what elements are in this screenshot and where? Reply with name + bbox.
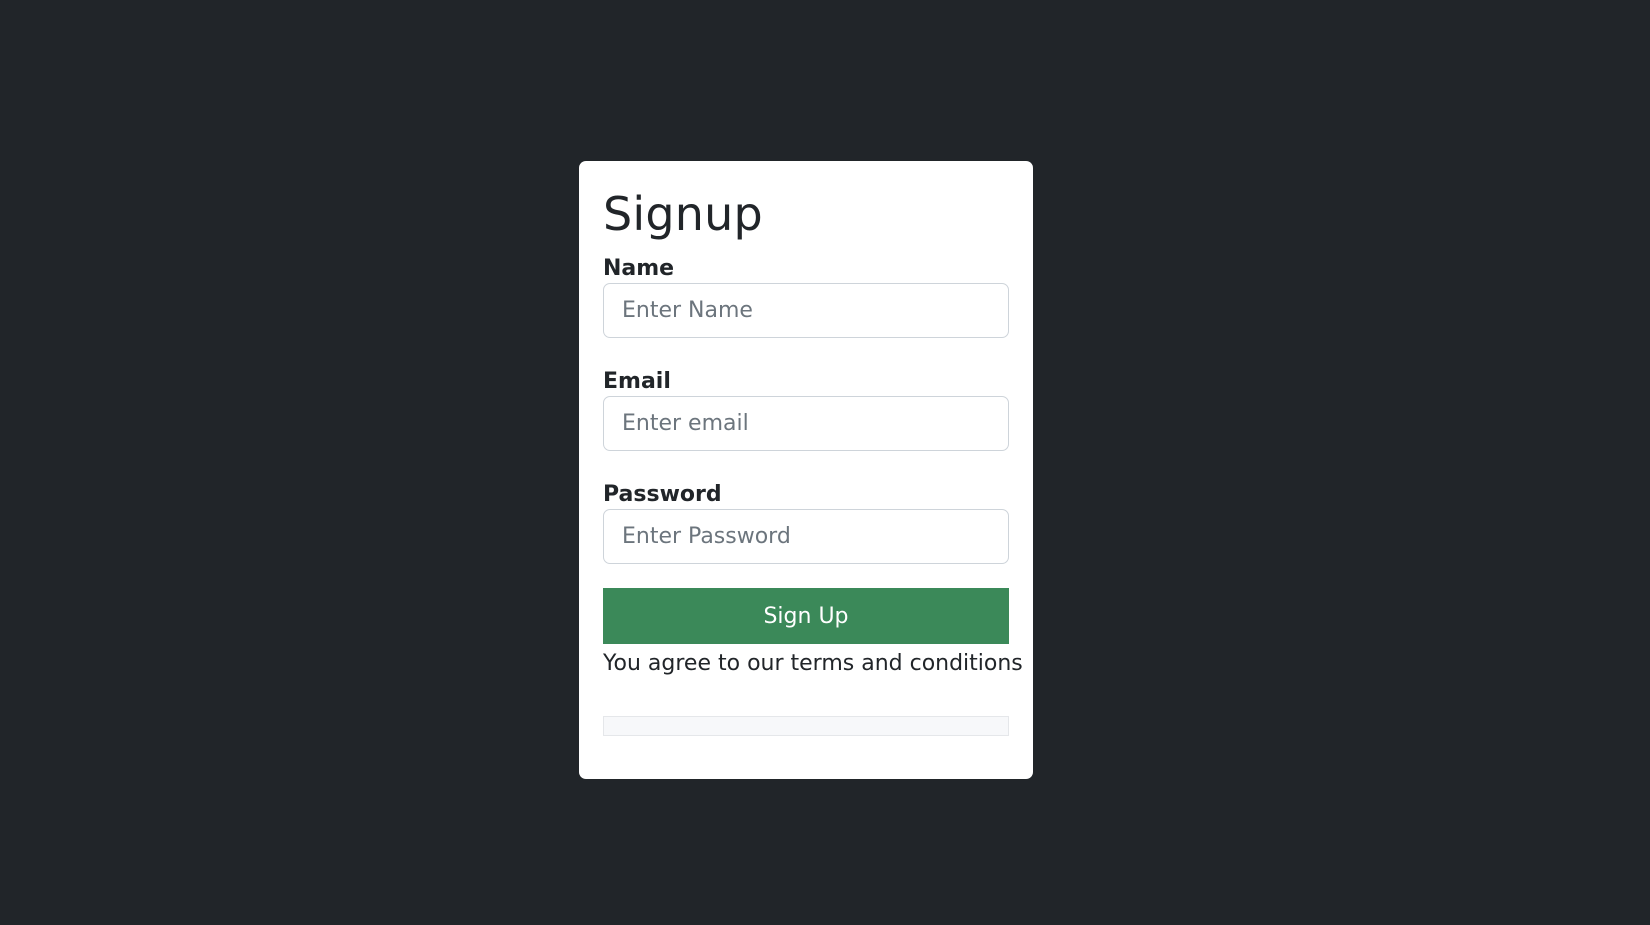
- name-input[interactable]: [603, 283, 1009, 338]
- page-background: Signup Name Email Password Sign Up You a…: [0, 0, 1650, 925]
- name-label: Name: [603, 256, 675, 281]
- email-input[interactable]: [603, 396, 1009, 451]
- page-title: Signup: [603, 187, 763, 241]
- password-label: Password: [603, 482, 722, 507]
- password-input[interactable]: [603, 509, 1009, 564]
- sign-up-button[interactable]: Sign Up: [603, 588, 1009, 644]
- terms-text: You agree to our terms and conditions: [603, 651, 1023, 676]
- message-area: [603, 716, 1009, 736]
- signup-card: Signup Name Email Password Sign Up You a…: [579, 161, 1033, 779]
- email-label: Email: [603, 369, 671, 394]
